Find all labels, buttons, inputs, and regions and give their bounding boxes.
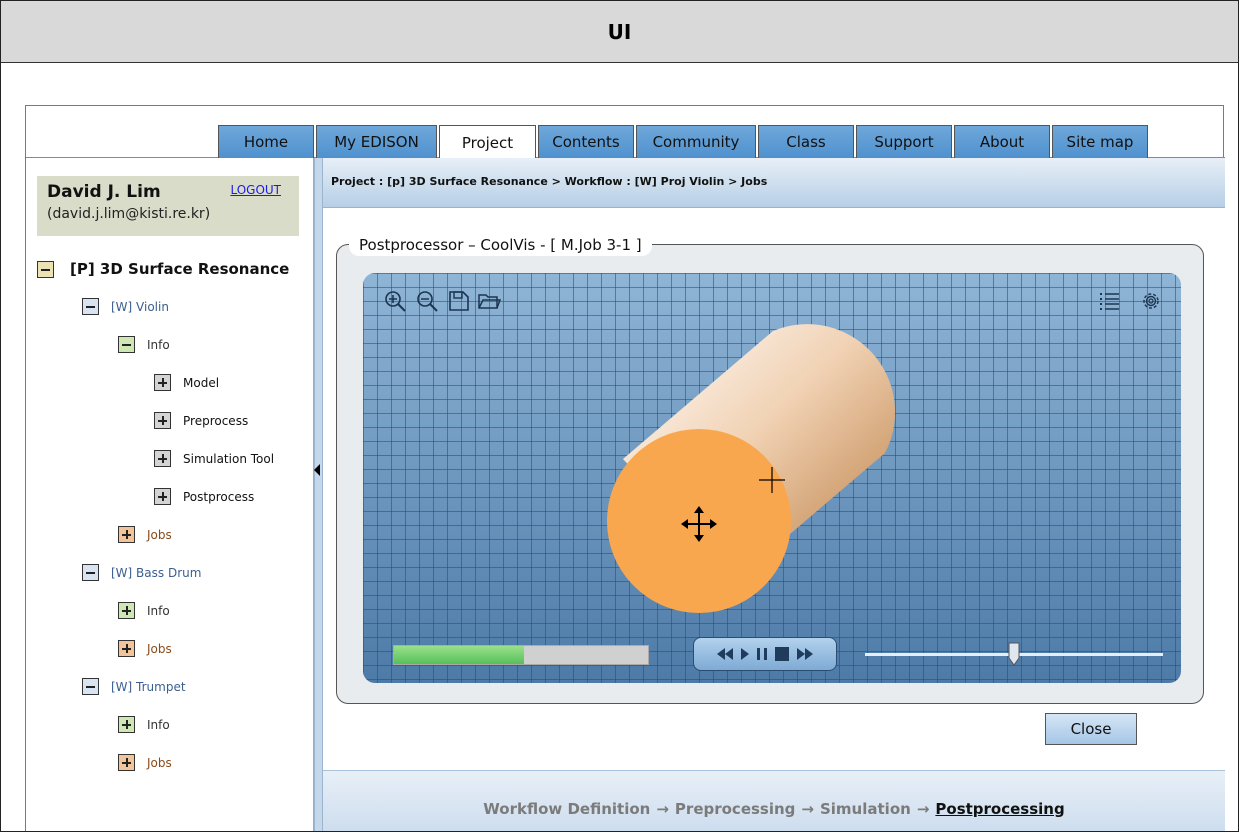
close-button[interactable]: Close	[1045, 713, 1137, 745]
tree-item-label: [W] Bass Drum	[111, 565, 202, 580]
step-workflow-definition[interactable]: Workflow Definition	[483, 800, 650, 818]
collapse-icon[interactable]	[82, 564, 99, 581]
step-preprocessing[interactable]: Preprocessing	[675, 800, 795, 818]
cylinder-model[interactable]	[363, 273, 1181, 683]
arrow-right-icon: →	[656, 799, 669, 818]
tree-item-label: Preprocess	[183, 413, 249, 428]
tree-item-label: Info	[147, 337, 170, 352]
tree-item-label: Info	[147, 603, 170, 618]
tree-item-workflow-trumpet[interactable]: [W] Trumpet	[82, 678, 186, 695]
tree-item-project[interactable]: [P] 3D Surface Resonance	[37, 260, 289, 278]
expand-icon[interactable]	[154, 450, 171, 467]
tab-my-edison[interactable]: My EDISON	[316, 125, 437, 158]
stop-icon[interactable]	[774, 646, 790, 662]
tab-project[interactable]: Project	[439, 125, 536, 159]
progress-fill	[394, 646, 524, 664]
workflow-steps: Workflow Definition → Preprocessing → Si…	[323, 770, 1225, 831]
panel-title: Postprocessor – CoolVis - [ M.Job 3-1 ]	[349, 234, 652, 256]
page-title: UI	[1, 1, 1238, 63]
viewer-canvas[interactable]	[363, 273, 1181, 683]
tree-item-label: Postprocess	[183, 489, 255, 504]
postprocessor-panel: Postprocessor – CoolVis - [ M.Job 3-1 ]	[336, 234, 1204, 704]
tree-item-postprocess[interactable]: Postprocess	[154, 488, 254, 505]
tree-item-label: Jobs	[147, 755, 172, 770]
user-email: (david.j.lim@kisti.re.kr)	[47, 206, 211, 222]
tree-item-label: [W] Trumpet	[111, 679, 186, 694]
pause-icon[interactable]	[756, 647, 768, 661]
tree-item-label: Jobs	[147, 641, 172, 656]
expand-icon[interactable]	[154, 374, 171, 391]
arrow-right-icon: →	[801, 799, 814, 818]
breadcrumb: Project : [p] 3D Surface Resonance > Wor…	[323, 158, 1225, 208]
user-box: David J. Lim LOGOUT (david.j.lim@kisti.r…	[37, 176, 299, 236]
collapse-icon[interactable]	[82, 298, 99, 315]
tree-item-jobs[interactable]: Jobs	[118, 640, 172, 657]
fast-forward-icon[interactable]	[796, 647, 814, 661]
tree-item-workflow-bass-drum[interactable]: [W] Bass Drum	[82, 564, 201, 581]
expand-icon[interactable]	[118, 602, 135, 619]
collapse-arrow-icon[interactable]	[314, 464, 320, 476]
tab-community[interactable]: Community	[636, 125, 756, 158]
expand-icon[interactable]	[118, 526, 135, 543]
tree-item-info[interactable]: Info	[118, 602, 170, 619]
sidebar: David J. Lim LOGOUT (david.j.lim@kisti.r…	[26, 158, 314, 831]
sidebar-splitter[interactable]	[314, 158, 323, 831]
playback-controls	[693, 637, 837, 671]
main-content: Project : [p] 3D Surface Resonance > Wor…	[323, 158, 1225, 831]
tab-site-map[interactable]: Site map	[1052, 125, 1148, 158]
tree-item-label: Simulation Tool	[183, 451, 275, 466]
arrow-right-icon: →	[916, 799, 930, 818]
tree-item-preprocess[interactable]: Preprocess	[154, 412, 248, 429]
progress-bar	[393, 645, 649, 665]
expand-icon[interactable]	[154, 412, 171, 429]
tree-item-label: Info	[147, 717, 170, 732]
rewind-icon[interactable]	[716, 647, 734, 661]
tab-about[interactable]: About	[954, 125, 1050, 158]
slider-thumb[interactable]	[1008, 642, 1020, 666]
tree-item-simulation-tool[interactable]: Simulation Tool	[154, 450, 274, 467]
collapse-icon[interactable]	[37, 260, 54, 278]
logout-link[interactable]: LOGOUT	[230, 183, 281, 197]
tree-item-model[interactable]: Model	[154, 374, 219, 391]
nav-tabs: Home My EDISON Project Contents Communit…	[26, 125, 1225, 159]
page: UI Home My EDISON Project Contents Commu…	[0, 0, 1239, 832]
tree-item-label: Jobs	[147, 527, 172, 542]
play-icon[interactable]	[740, 647, 750, 661]
app-frame: Home My EDISON Project Contents Communit…	[25, 105, 1225, 831]
tree-item-jobs[interactable]: Jobs	[118, 754, 172, 771]
tree-item-label: Model	[183, 375, 220, 390]
expand-icon[interactable]	[118, 716, 135, 733]
tree-item-info[interactable]: Info	[118, 336, 170, 353]
tree-item-jobs[interactable]: Jobs	[118, 526, 172, 543]
step-simulation[interactable]: Simulation	[820, 800, 911, 818]
collapse-icon[interactable]	[82, 678, 99, 695]
tab-class[interactable]: Class	[758, 125, 854, 158]
tree-item-info[interactable]: Info	[118, 716, 170, 733]
collapse-icon[interactable]	[118, 336, 135, 353]
expand-icon[interactable]	[118, 640, 135, 657]
tree-item-label: [W] Violin	[111, 299, 169, 314]
step-postprocessing[interactable]: Postprocessing	[935, 800, 1064, 818]
tree-item-label: [P] 3D Surface Resonance	[70, 260, 290, 278]
tree-item-workflow-violin[interactable]: [W] Violin	[82, 298, 169, 315]
expand-icon[interactable]	[118, 754, 135, 771]
tab-support[interactable]: Support	[856, 125, 952, 158]
tab-contents[interactable]: Contents	[538, 125, 634, 158]
tab-home[interactable]: Home	[218, 125, 314, 158]
expand-icon[interactable]	[154, 488, 171, 505]
